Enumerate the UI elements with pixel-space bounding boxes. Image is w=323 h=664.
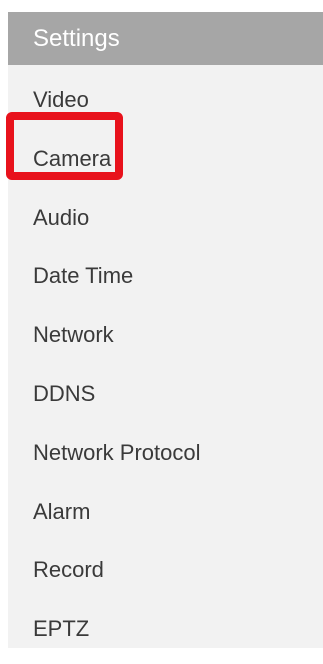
- menu-item-network[interactable]: Network: [8, 300, 323, 359]
- menu-item-camera[interactable]: Camera: [8, 124, 323, 183]
- menu-item-date-time[interactable]: Date Time: [8, 241, 323, 300]
- settings-sidebar: Settings Video Camera Audio Date Time Ne…: [8, 12, 323, 648]
- menu-item-record[interactable]: Record: [8, 535, 323, 594]
- menu-item-audio[interactable]: Audio: [8, 183, 323, 242]
- menu-item-network-protocol[interactable]: Network Protocol: [8, 418, 323, 477]
- menu-item-video[interactable]: Video: [8, 65, 323, 124]
- menu-item-ddns[interactable]: DDNS: [8, 359, 323, 418]
- menu-item-alarm[interactable]: Alarm: [8, 477, 323, 536]
- settings-header: Settings: [8, 12, 323, 65]
- menu-item-eptz[interactable]: EPTZ: [8, 594, 323, 653]
- settings-menu: Video Camera Audio Date Time Network DDN…: [8, 65, 323, 653]
